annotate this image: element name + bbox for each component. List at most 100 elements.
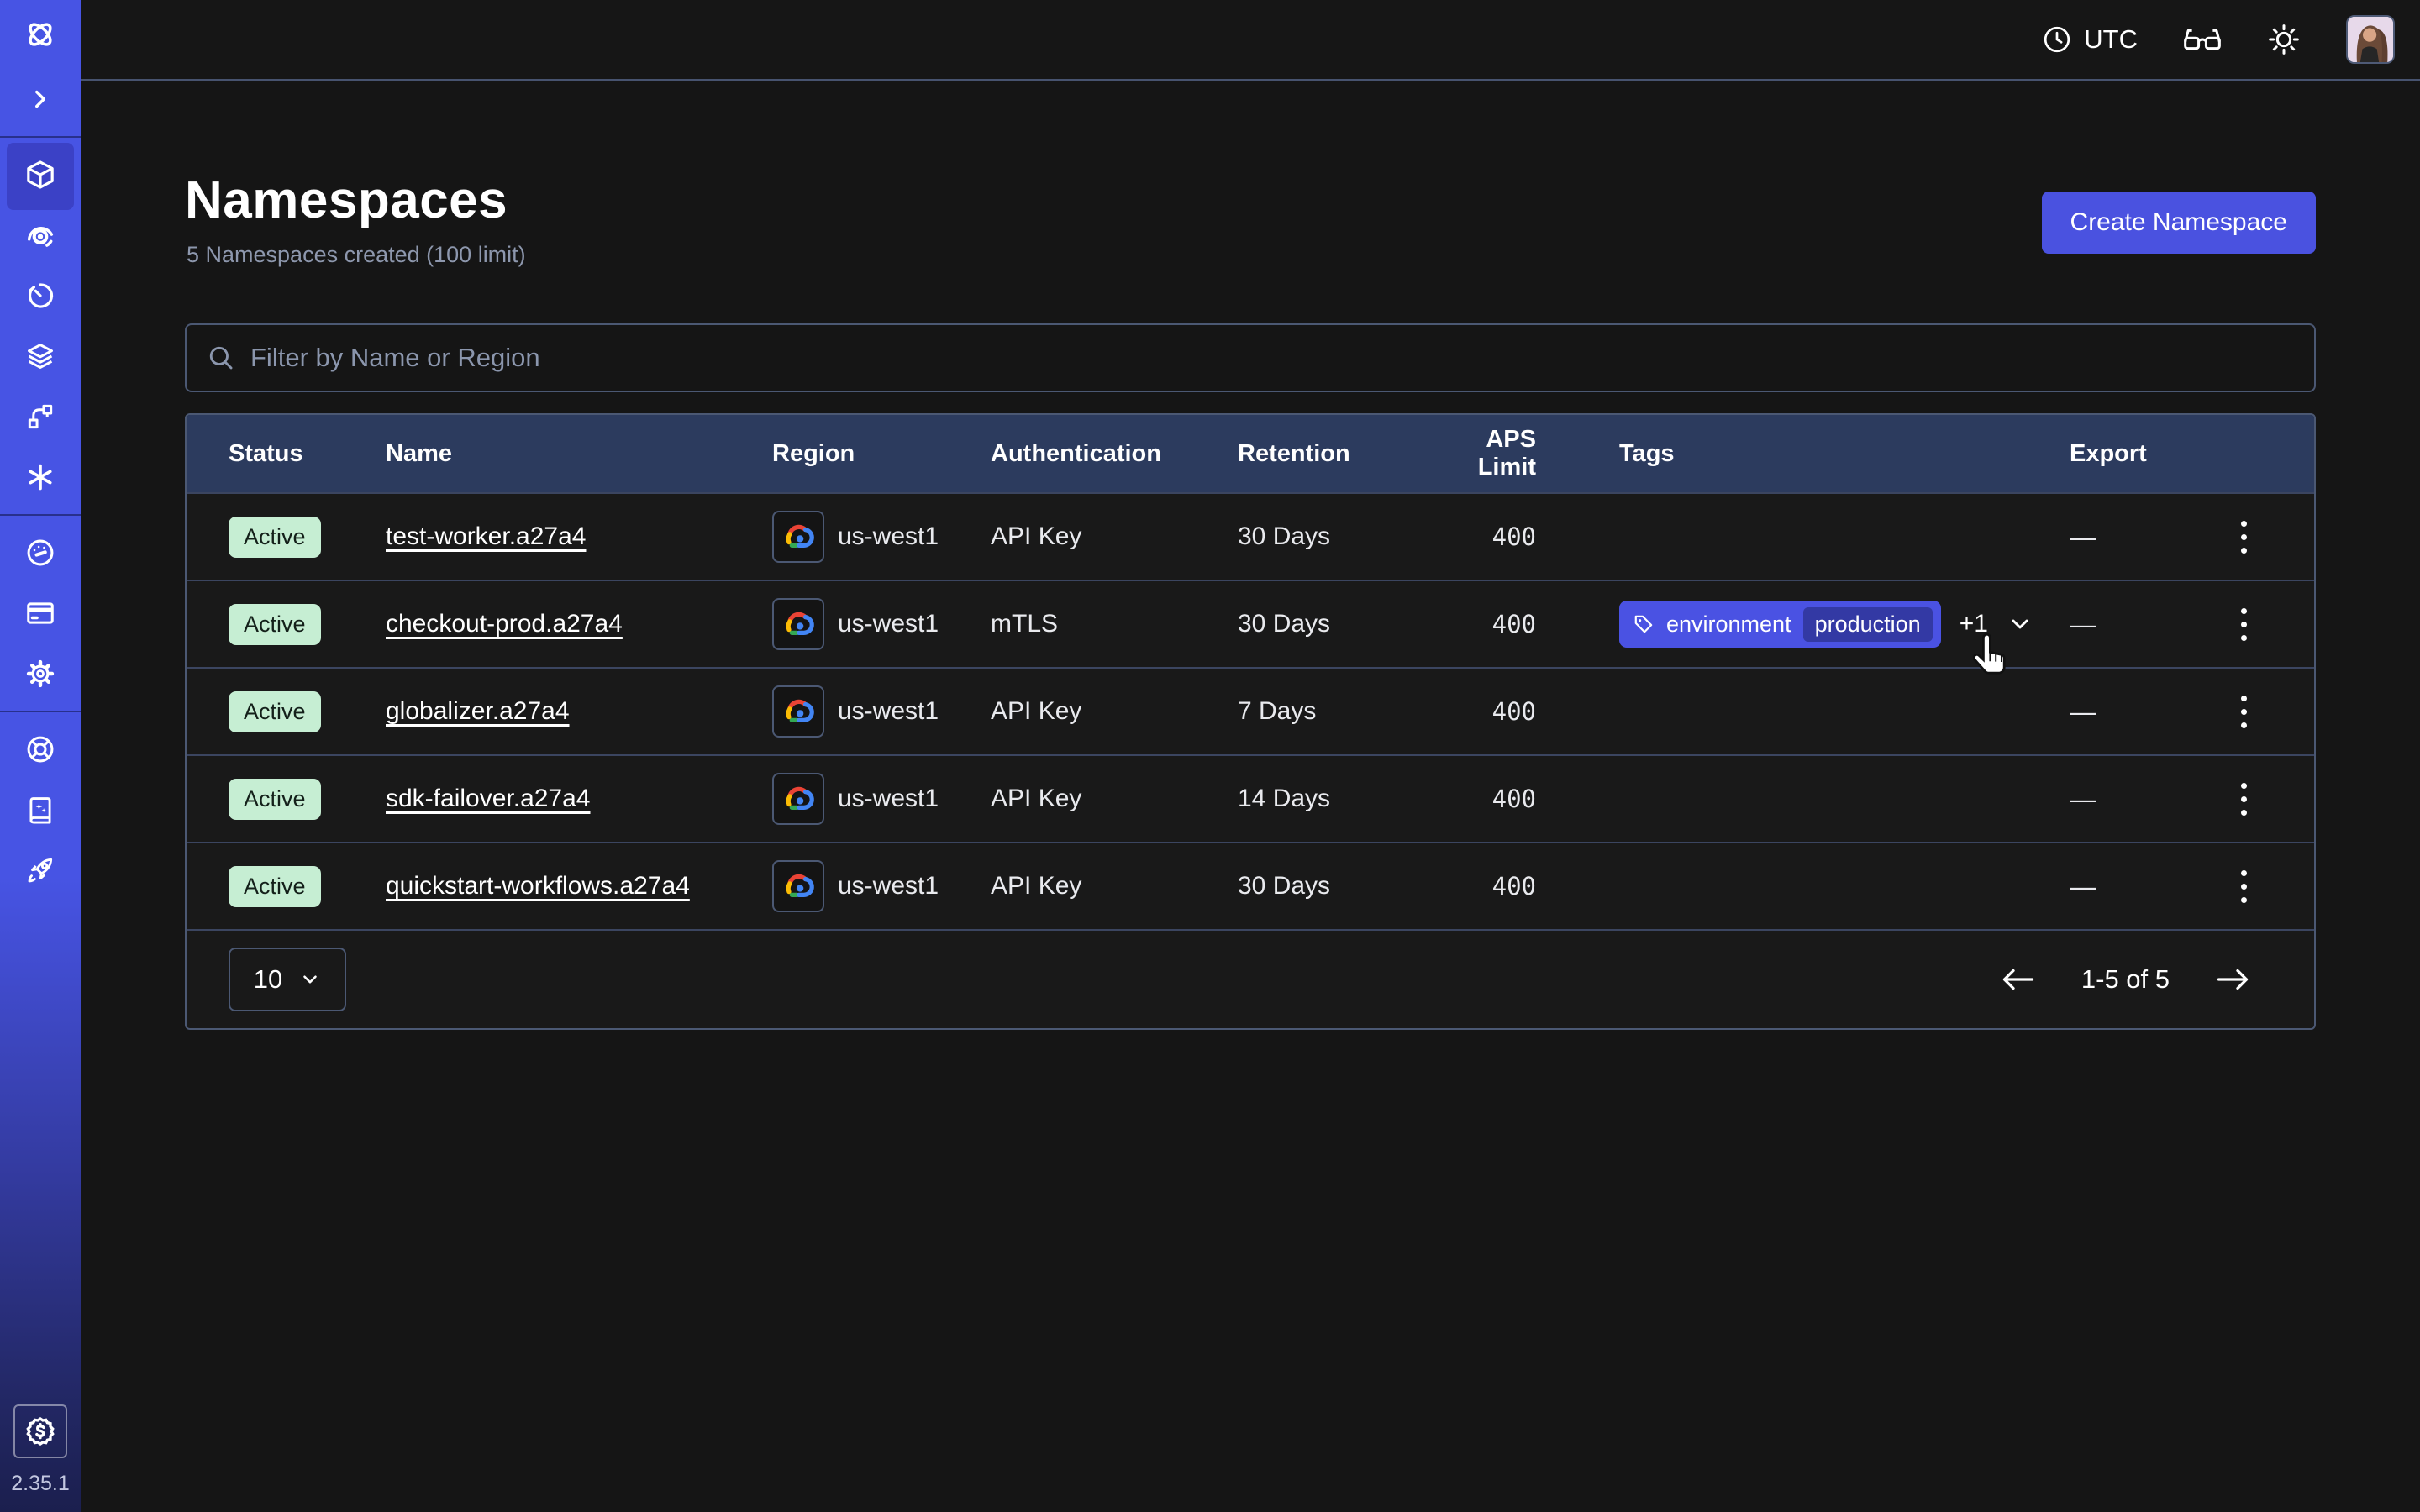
google-cloud-icon — [772, 685, 824, 738]
sidebar-item-usage[interactable] — [0, 522, 81, 583]
sidebar-item-nexus[interactable] — [0, 447, 81, 507]
sidebar-item-docs[interactable] — [0, 780, 81, 840]
theme-toggle-button[interactable] — [2267, 23, 2301, 56]
spiral-eye-icon — [24, 219, 56, 251]
create-namespace-button[interactable]: Create Namespace — [2042, 192, 2316, 254]
table-row: Active quickstart-workflows.a27a4 us-wes… — [187, 842, 2314, 929]
row-menu-button[interactable] — [2221, 507, 2266, 566]
chevron-down-icon[interactable] — [2007, 611, 2033, 638]
region-label: us-west1 — [838, 610, 939, 638]
tag-chip[interactable]: environment production — [1619, 601, 1941, 648]
col-name: Name — [386, 440, 772, 468]
col-tags: Tags — [1536, 440, 2070, 468]
namespace-link[interactable]: test-worker.a27a4 — [386, 522, 586, 550]
namespace-link[interactable]: globalizer.a27a4 — [386, 697, 570, 725]
page-size-select[interactable]: 10 — [229, 948, 346, 1011]
retention-value: 30 Days — [1238, 522, 1431, 551]
top-bar: UTC — [81, 0, 2420, 81]
auth-method: API Key — [991, 697, 1238, 726]
retention-value: 30 Days — [1238, 872, 1431, 900]
row-menu-button[interactable] — [2221, 857, 2266, 916]
prev-page-button[interactable] — [2001, 966, 2036, 993]
google-cloud-icon — [772, 511, 824, 563]
next-page-button[interactable] — [2215, 966, 2250, 993]
docs-book-icon — [24, 794, 56, 826]
avatar[interactable] — [2346, 15, 2395, 64]
reader-mode-button[interactable] — [2183, 25, 2222, 54]
lifebuoy-support-icon — [24, 733, 56, 765]
sidebar-item-namespaces[interactable] — [0, 144, 81, 205]
namespace-link[interactable]: checkout-prod.a27a4 — [386, 610, 623, 638]
page-size-value: 10 — [254, 964, 282, 995]
export-value: — — [2070, 871, 2221, 902]
sidebar-item-schedules[interactable] — [0, 265, 81, 326]
sidebar-nav: 2.35.1 — [0, 0, 81, 1512]
rocket-icon — [24, 854, 56, 886]
page-subtitle: 5 Namespaces created (100 limit) — [187, 242, 526, 268]
col-region: Region — [772, 440, 991, 468]
sidebar-item-deployments[interactable] — [0, 326, 81, 386]
auth-method: API Key — [991, 785, 1238, 813]
gear-settings-icon — [24, 658, 56, 690]
temporal-logo — [23, 17, 58, 52]
export-value: — — [2070, 609, 2221, 640]
status-badge: Active — [229, 691, 321, 732]
sidebar-item-insights[interactable] — [0, 205, 81, 265]
google-cloud-icon — [772, 598, 824, 650]
sun-icon — [2267, 23, 2301, 56]
row-menu-button[interactable] — [2221, 769, 2266, 828]
branch-icon — [24, 401, 56, 433]
table-footer: 10 1-5 of 5 — [187, 929, 2314, 1028]
row-menu-button[interactable] — [2221, 595, 2266, 654]
region-label: us-west1 — [838, 785, 939, 813]
sidebar-item-getting-started[interactable] — [0, 840, 81, 900]
sidebar-expand-button[interactable] — [0, 69, 81, 129]
sidebar-item-billing[interactable] — [0, 583, 81, 643]
google-cloud-icon — [772, 773, 824, 825]
timezone-selector[interactable]: UTC — [2042, 24, 2138, 55]
namespace-link[interactable]: sdk-failover.a27a4 — [386, 785, 591, 812]
table-header-row: Status Name Region Authentication Retent… — [187, 415, 2314, 492]
aps-limit-value: 400 — [1431, 872, 1536, 900]
sidebar-item-workflows[interactable] — [0, 386, 81, 447]
sidebar-item-settings[interactable] — [0, 643, 81, 704]
timezone-label: UTC — [2084, 24, 2138, 55]
tags-group: environment production +1 — [1619, 601, 2033, 648]
tag-value: production — [1803, 607, 1933, 642]
aps-limit-value: 400 — [1431, 697, 1536, 726]
sidebar-divider — [0, 711, 81, 712]
table-row: Active checkout-prod.a27a4 us-west1 mTLS… — [187, 580, 2314, 667]
table-row: Active globalizer.a27a4 us-west1 API Key… — [187, 667, 2314, 754]
retention-value: 7 Days — [1238, 697, 1431, 726]
export-value: — — [2070, 784, 2221, 815]
col-status: Status — [229, 440, 386, 468]
filter-input[interactable] — [250, 343, 2294, 373]
retention-value: 30 Days — [1238, 610, 1431, 638]
export-value: — — [2070, 522, 2221, 553]
sidebar-item-support[interactable] — [0, 719, 81, 780]
sidebar-divider — [0, 514, 81, 516]
arrow-left-icon — [2001, 966, 2036, 993]
chevron-down-icon — [299, 969, 321, 990]
auth-method: mTLS — [991, 610, 1238, 638]
region-label: us-west1 — [838, 872, 939, 900]
status-badge: Active — [229, 604, 321, 645]
sidebar-item-logo[interactable] — [0, 0, 81, 69]
billing-card-icon — [24, 597, 56, 629]
row-menu-button[interactable] — [2221, 682, 2266, 741]
namespaces-table: Status Name Region Authentication Retent… — [185, 413, 2316, 1030]
asterisk-icon — [24, 461, 56, 493]
auth-method: API Key — [991, 522, 1238, 551]
sidebar-divider — [0, 136, 81, 138]
credits-button[interactable] — [13, 1404, 67, 1458]
gauge-usage-icon — [24, 537, 56, 569]
app-version: 2.35.1 — [0, 1472, 81, 1496]
cube-namespaces-icon — [24, 158, 57, 192]
aps-limit-value: 400 — [1431, 522, 1536, 551]
glasses-icon — [2183, 25, 2222, 54]
tag-more-count: +1 — [1960, 610, 1988, 638]
col-export: Export — [2070, 440, 2221, 468]
namespace-link[interactable]: quickstart-workflows.a27a4 — [386, 872, 690, 900]
tag-key: environment — [1666, 612, 1791, 638]
retention-value: 14 Days — [1238, 785, 1431, 813]
